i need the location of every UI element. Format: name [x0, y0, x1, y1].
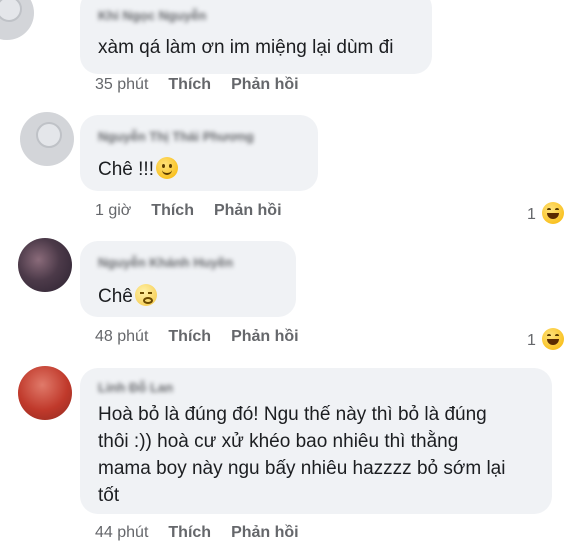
laughing-face-icon [541, 202, 564, 224]
comment-bubble: Nguyễn Thị Thái Phương Chê !!! [80, 115, 318, 191]
comment-text-content: Chê [98, 286, 133, 307]
slightly-smiling-face-icon [155, 157, 178, 179]
comment-author[interactable]: Linh Đỗ Lan [98, 380, 173, 395]
reply-button[interactable]: Phản hồi [231, 328, 299, 345]
avatar[interactable] [18, 238, 72, 292]
comment-actions: 48 phút Thích Phản hồi [95, 328, 299, 346]
comment-text-content: Chê !!! [98, 159, 154, 180]
like-button[interactable]: Thích [168, 524, 211, 541]
comment-actions: 35 phút Thích Phản hồi [95, 76, 299, 94]
avatar-placeholder-icon [36, 122, 62, 148]
comment-author[interactable]: Nguyễn Thị Thái Phương [98, 129, 254, 144]
comment-author[interactable]: Khi Ngọc Nguyễn [98, 8, 206, 23]
comment-text: xàm qá làm ơn im miệng lại dùm đi [98, 37, 394, 58]
comment-bubble: Khi Ngọc Nguyễn xàm qá làm ơn im miệng l… [80, 0, 432, 74]
comment-actions: 1 giờ Thích Phản hồi [95, 202, 282, 220]
reply-button[interactable]: Phản hồi [231, 524, 299, 541]
comment-bubble: Nguyễn Khánh Huyền Chê [80, 241, 296, 317]
avatar[interactable] [20, 112, 74, 166]
reaction-summary[interactable]: 1 [527, 202, 564, 224]
woozy-face-icon [134, 284, 157, 306]
like-button[interactable]: Thích [168, 328, 211, 345]
comment-text: Chê !!! [98, 155, 178, 185]
comment-text: Chê [98, 282, 157, 312]
comment-author[interactable]: Nguyễn Khánh Huyền [98, 255, 233, 270]
avatar[interactable] [18, 366, 72, 420]
reply-button[interactable]: Phản hồi [231, 76, 299, 93]
reaction-summary[interactable]: 1 [527, 328, 564, 350]
like-button[interactable]: Thích [151, 202, 194, 219]
comment-actions: 44 phút Thích Phản hồi [95, 524, 299, 542]
reaction-count: 1 [527, 206, 536, 223]
comment-time[interactable]: 48 phút [95, 328, 148, 345]
avatar[interactable] [0, 0, 34, 40]
comment-text-line: mama boy này ngu bấy nhiêu hazzzz bỏ sớm… [98, 458, 506, 479]
comment-time[interactable]: 35 phút [95, 76, 148, 93]
comment-text-line: tốt [98, 485, 120, 506]
reaction-count: 1 [527, 332, 536, 349]
comment-text-line: Hoà bỏ là đúng đó! Ngu thế này thì bỏ là… [98, 404, 487, 425]
laughing-face-icon [541, 328, 564, 350]
comment-time[interactable]: 44 phút [95, 524, 148, 541]
comment-time[interactable]: 1 giờ [95, 202, 131, 219]
like-button[interactable]: Thích [168, 76, 211, 93]
avatar-placeholder-icon [0, 0, 22, 22]
comment-text-line: thôi :)) hoà cư xử khéo bao nhiêu thì th… [98, 431, 459, 452]
reply-button[interactable]: Phản hồi [214, 202, 282, 219]
comment-bubble: Linh Đỗ Lan Hoà bỏ là đúng đó! Ngu thế n… [80, 368, 552, 514]
